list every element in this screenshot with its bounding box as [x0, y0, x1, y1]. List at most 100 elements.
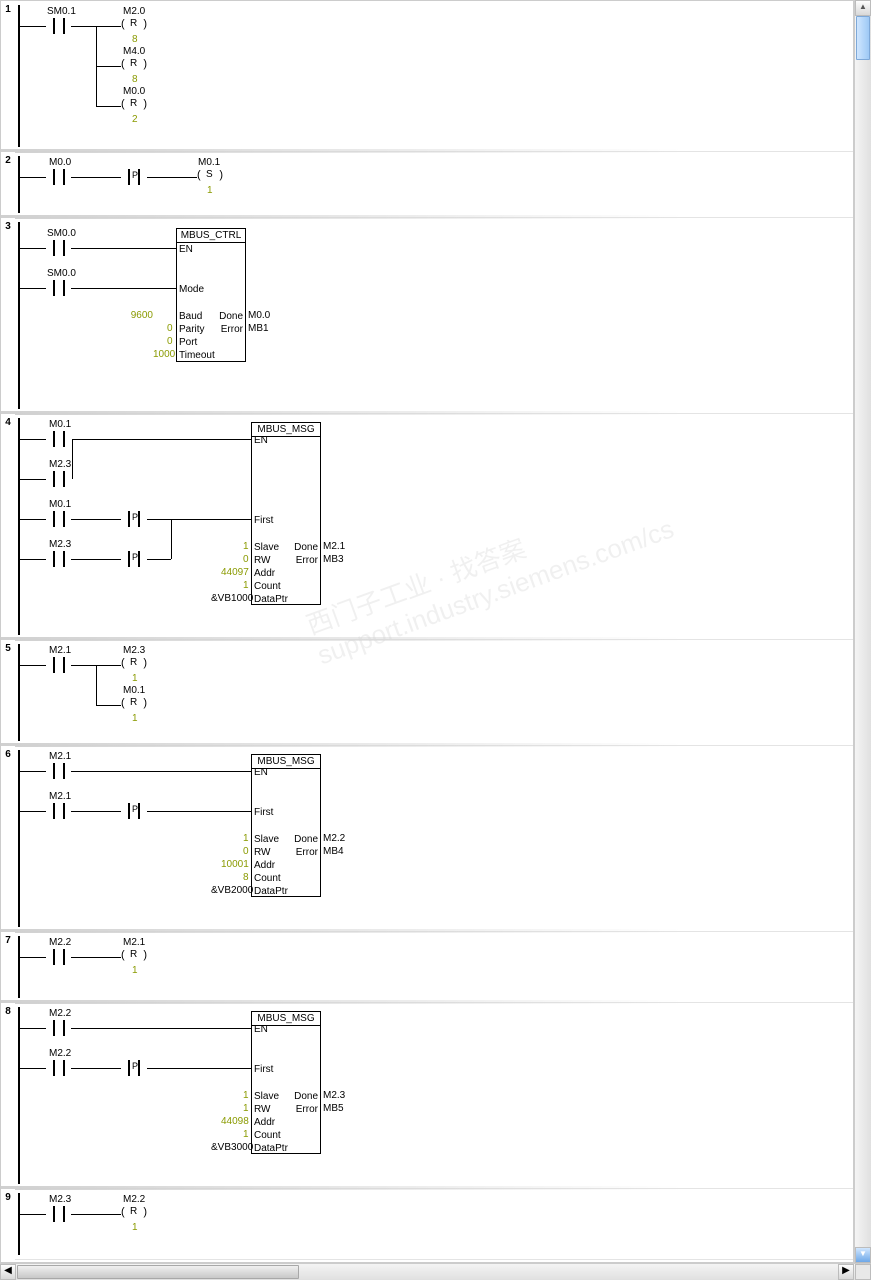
contact[interactable] — [46, 18, 72, 34]
fb-mbus-msg[interactable]: MBUS_MSG EN First Slave RW Addr Count Da… — [251, 1011, 321, 1154]
pin-done: Done — [294, 1091, 318, 1102]
coil-reset[interactable]: (R) — [121, 98, 147, 114]
pin-count: Count — [254, 873, 281, 884]
coil-count: 1 — [132, 1222, 138, 1233]
contact[interactable] — [46, 431, 72, 447]
coil-reset[interactable]: (R) — [121, 18, 147, 34]
chevron-down-icon: ▼ — [859, 1249, 867, 1258]
scrollbar-thumb[interactable] — [856, 16, 870, 60]
fb-mbus-ctrl[interactable]: MBUS_CTRL EN Mode Baud Parity Port Timeo… — [176, 228, 246, 362]
edge-detect[interactable]: P — [121, 511, 147, 527]
contact[interactable] — [46, 280, 72, 296]
edge-detect[interactable]: P — [121, 803, 147, 819]
pin-parity: Parity — [179, 324, 205, 335]
contact[interactable] — [46, 1060, 72, 1076]
coil-reset[interactable]: (R) — [121, 697, 147, 713]
pin-first: First — [254, 1064, 273, 1075]
edge-detect[interactable]: P — [121, 551, 147, 567]
pin-first: First — [254, 807, 273, 818]
contact[interactable] — [46, 657, 72, 673]
scroll-down-button[interactable]: ▼ — [855, 1247, 871, 1263]
coil-label: M2.1 — [123, 937, 145, 948]
param-addr: 44097 — [221, 567, 249, 578]
contact-label: M2.1 — [49, 645, 71, 656]
network-5: 5 M2.1 (R) M2.3 1 (R) M0.1 1 — [1, 640, 853, 746]
coil-count: 8 — [132, 34, 138, 45]
pin-slave: Slave — [254, 1091, 279, 1102]
contact[interactable] — [46, 1020, 72, 1036]
network-number: 9 — [1, 1189, 15, 1262]
edge-detect[interactable]: P — [121, 1060, 147, 1076]
chevron-right-icon: ▶ — [842, 1265, 850, 1276]
coil-label: M2.3 — [123, 645, 145, 656]
fb-mbus-msg[interactable]: MBUS_MSG EN First Slave RW Addr Count Da… — [251, 754, 321, 897]
scrollbar-track[interactable] — [855, 16, 871, 1247]
contact[interactable] — [46, 1206, 72, 1222]
network-1: 1 SM0.1 (R) M2.0 8 (R) M4.0 8 (R) M0.0 2 — [1, 1, 853, 152]
coil-count: 1 — [207, 185, 213, 196]
pin-en: EN — [254, 435, 268, 446]
contact[interactable] — [46, 511, 72, 527]
coil-reset[interactable]: (R) — [121, 949, 147, 965]
pin-en: EN — [179, 244, 193, 255]
contact[interactable] — [46, 551, 72, 567]
scrollbar-corner — [855, 1264, 871, 1280]
network-number: 4 — [1, 414, 15, 642]
pin-error: Error — [221, 324, 243, 335]
pin-done: Done — [219, 311, 243, 322]
contact-label: SM0.0 — [47, 268, 76, 279]
pin-done: Done — [294, 542, 318, 553]
vertical-scrollbar[interactable]: ▲ ▼ — [854, 0, 871, 1263]
fb-title: MBUS_CTRL — [177, 229, 245, 243]
edge-detect[interactable]: P — [121, 169, 147, 185]
pin-addr: Addr — [254, 568, 275, 579]
coil-count: 1 — [132, 713, 138, 724]
pin-port: Port — [179, 337, 197, 348]
contact[interactable] — [46, 949, 72, 965]
network-number: 8 — [1, 1003, 15, 1191]
pin-error: Error — [296, 555, 318, 566]
network-8: 8 M2.2 M2.2 P MBUS_MSG EN First Slave RW… — [1, 1003, 853, 1189]
param-parity: 0 — [167, 323, 173, 334]
contact[interactable] — [46, 803, 72, 819]
contact-label: M2.2 — [49, 937, 71, 948]
scroll-left-button[interactable]: ◀ — [0, 1264, 16, 1280]
scroll-right-button[interactable]: ▶ — [838, 1264, 854, 1280]
pin-rw: RW — [254, 555, 270, 566]
pin-timeout: Timeout — [179, 350, 215, 361]
param-timeout: 1000 — [153, 349, 175, 360]
param-baud: 9600 — [131, 310, 153, 321]
pin-count: Count — [254, 581, 281, 592]
contact[interactable] — [46, 169, 72, 185]
pin-dataptr: DataPtr — [254, 594, 288, 605]
contact[interactable] — [46, 763, 72, 779]
ladder-editor-viewport: 西门子工业 · 找答案support.industry.siemens.com/… — [0, 0, 871, 1280]
pin-count: Count — [254, 1130, 281, 1141]
network-number: 3 — [1, 218, 15, 416]
coil-set[interactable]: (S) — [197, 169, 223, 185]
coil-reset[interactable]: (R) — [121, 657, 147, 673]
contact-label: M2.3 — [49, 1194, 71, 1205]
contact[interactable] — [46, 240, 72, 256]
scrollbar-thumb[interactable] — [17, 1265, 299, 1279]
coil-count: 1 — [132, 965, 138, 976]
chevron-up-icon: ▲ — [859, 2, 867, 11]
horizontal-scrollbar[interactable]: ◀ ▶ — [0, 1263, 871, 1280]
network-number: 2 — [1, 152, 15, 220]
scroll-up-button[interactable]: ▲ — [855, 0, 871, 16]
pin-slave: Slave — [254, 834, 279, 845]
network-9: 9 M2.3 (R) M2.2 1 — [1, 1189, 853, 1260]
contact-label: SM0.0 — [47, 228, 76, 239]
pin-addr: Addr — [254, 1117, 275, 1128]
coil-reset[interactable]: (R) — [121, 1206, 147, 1222]
network-4: 4 M0.1 M2.3 M0.1 P M2.3 P MBUS_MSG EN Fi… — [1, 414, 853, 640]
pin-dataptr: DataPtr — [254, 886, 288, 897]
fb-mbus-msg[interactable]: MBUS_MSG EN First Slave RW Addr Count Da… — [251, 422, 321, 605]
coil-count: 2 — [132, 114, 138, 125]
coil-label: M4.0 — [123, 46, 145, 57]
coil-reset[interactable]: (R) — [121, 58, 147, 74]
pin-error: Error — [296, 1104, 318, 1115]
contact[interactable] — [46, 471, 72, 487]
ladder-canvas[interactable]: 西门子工业 · 找答案support.industry.siemens.com/… — [0, 0, 854, 1263]
param-rw: 0 — [243, 846, 249, 857]
